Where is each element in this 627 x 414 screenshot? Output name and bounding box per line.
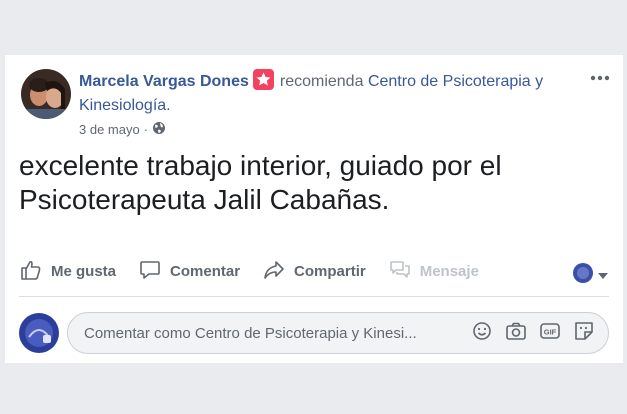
post-text: excelente trabajo interior, guiado por e… [19, 150, 502, 215]
sticker-icon[interactable] [572, 319, 596, 348]
svg-text:GIF: GIF [544, 327, 557, 336]
comment-as-selector[interactable] [573, 263, 609, 288]
comment-composer: GIF [19, 310, 609, 354]
author-name[interactable]: Marcela Vargas Dones [79, 73, 249, 90]
gif-icon[interactable]: GIF [538, 319, 562, 348]
message-label: Mensaje [419, 263, 479, 280]
thumbs-up-icon [19, 258, 43, 286]
comment-button[interactable]: Comentar [138, 258, 240, 286]
camera-icon[interactable] [504, 319, 528, 348]
author-avatar[interactable] [21, 69, 71, 119]
message-bubbles-icon [388, 258, 412, 286]
comment-bubble-icon [138, 258, 162, 286]
post-header: Marcela Vargas Dones recomienda Centro de… [79, 69, 579, 118]
page-avatar-icon [573, 263, 593, 288]
like-label: Me gusta [51, 263, 117, 280]
message-button[interactable]: Mensaje [388, 258, 479, 286]
more-options-icon[interactable] [589, 71, 611, 83]
action-bar: Me gusta Comentar Compartir Mensaje [19, 247, 609, 297]
dot-separator: · [143, 122, 149, 137]
page-avatar[interactable] [19, 313, 59, 353]
comment-box: GIF [67, 312, 609, 354]
post-card: Marcela Vargas Dones recomienda Centro de… [5, 55, 623, 363]
caret-down-icon [597, 267, 609, 285]
share-button[interactable]: Compartir [262, 258, 366, 286]
share-label: Compartir [294, 263, 366, 280]
recommends-text: recomienda [279, 73, 364, 90]
recommendation-star-icon [252, 69, 274, 90]
share-arrow-icon [262, 258, 286, 286]
comment-label: Comentar [170, 263, 241, 280]
globe-icon[interactable] [152, 121, 166, 138]
like-button[interactable]: Me gusta [19, 258, 116, 286]
emoji-icon[interactable] [470, 319, 494, 348]
post-date[interactable]: 3 de mayo [79, 122, 140, 137]
comment-tools: GIF [470, 319, 596, 348]
comment-input[interactable] [84, 324, 458, 342]
post-meta: 3 de mayo · [79, 121, 166, 138]
